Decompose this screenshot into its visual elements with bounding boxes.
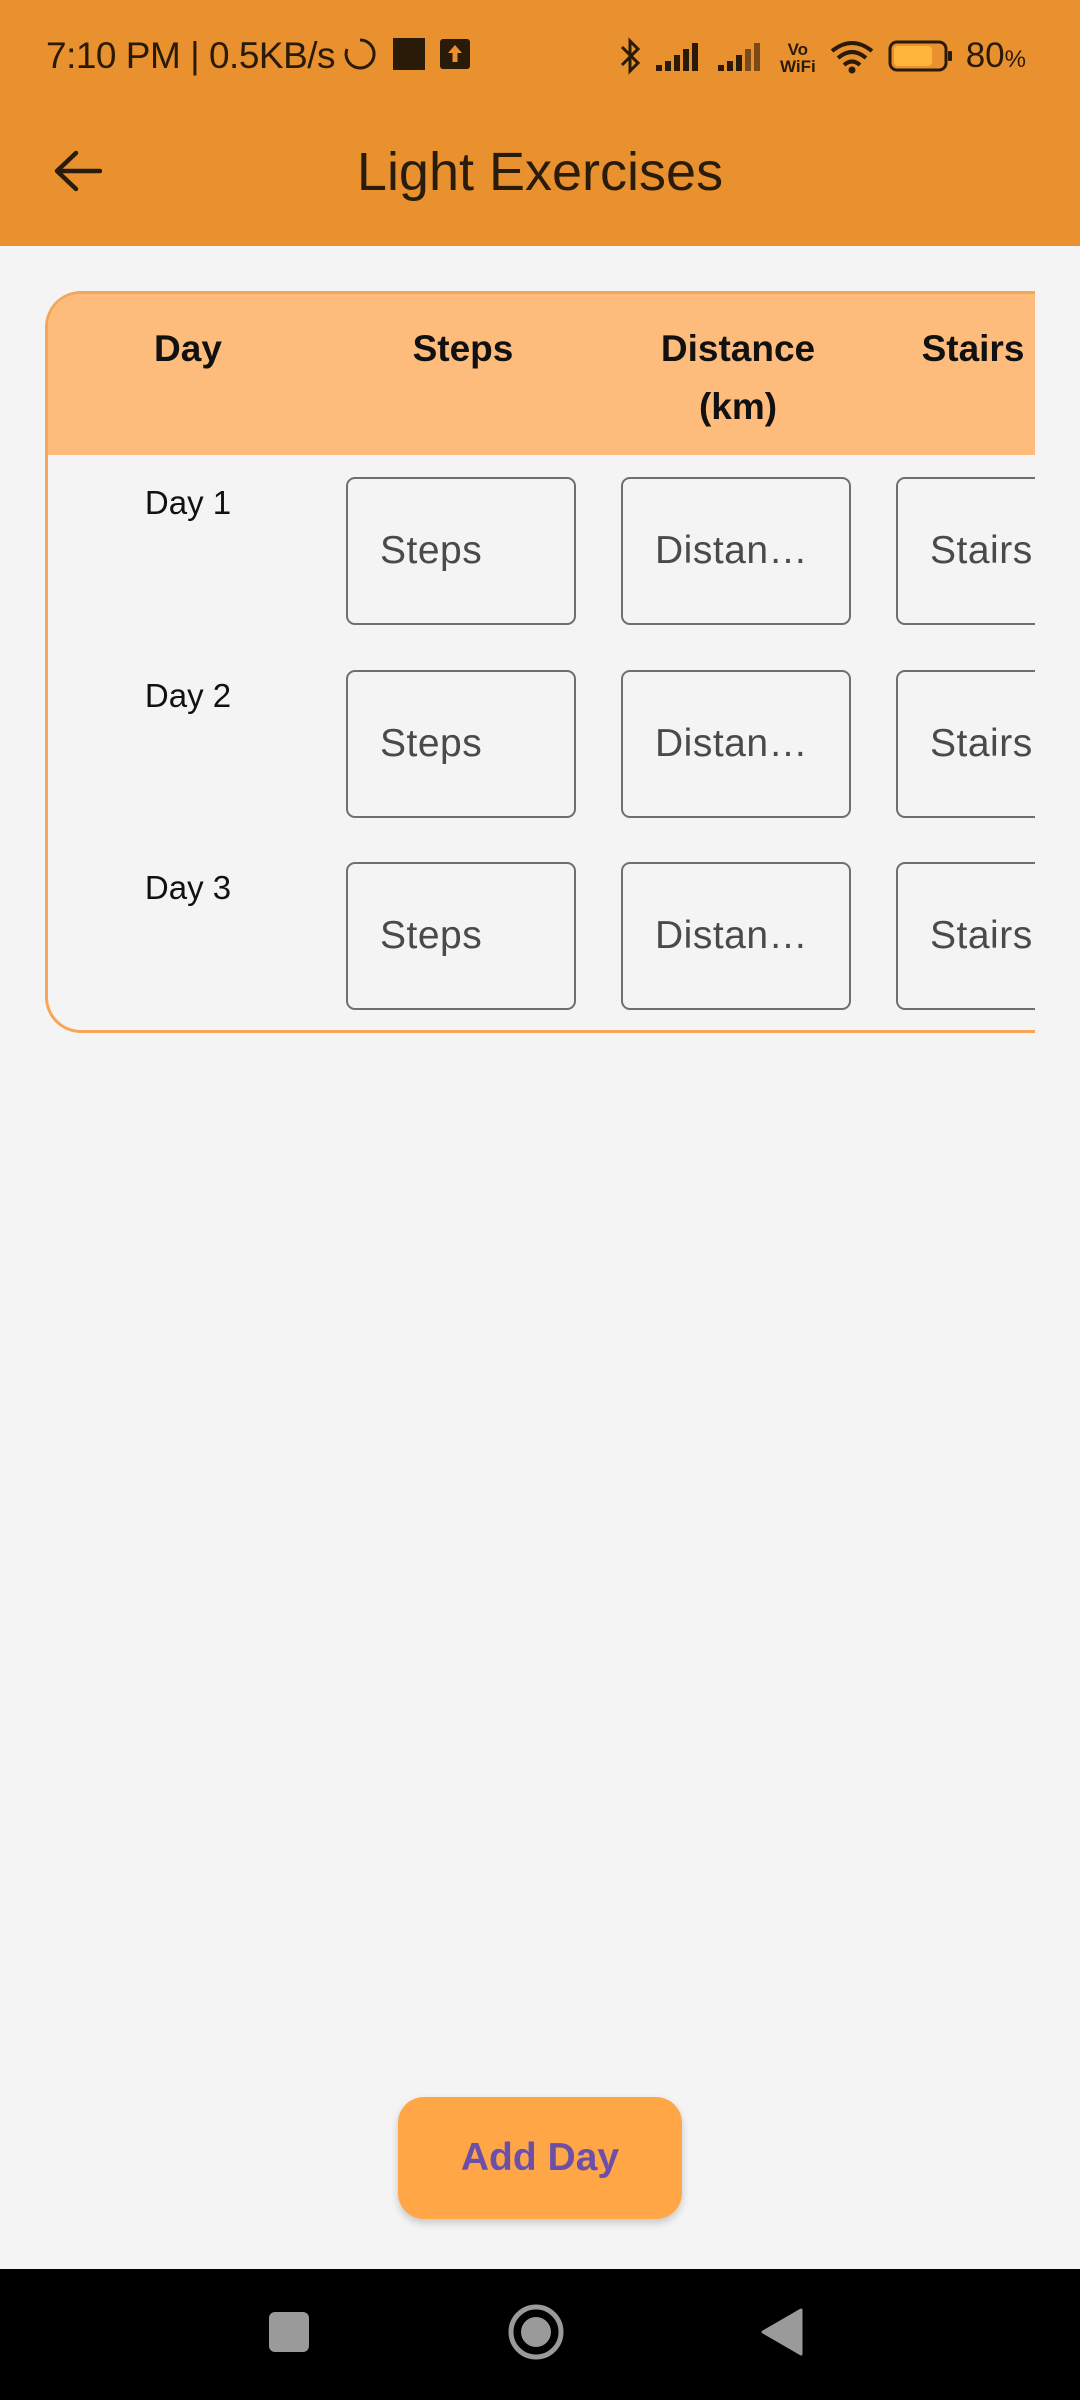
exercise-table: Day Steps Distance (km) Stairs Day 1 Day… — [45, 291, 1035, 1033]
stairs-input[interactable] — [896, 670, 1035, 818]
loading-circle-icon — [342, 36, 378, 77]
steps-input[interactable] — [346, 862, 576, 1010]
stairs-input[interactable] — [896, 862, 1035, 1010]
table-header-row: Day Steps Distance (km) Stairs — [48, 294, 1035, 455]
battery-icon — [888, 39, 954, 78]
row-label-day: Day 3 — [144, 869, 232, 906]
column-header-distance: Distance (km) — [660, 328, 816, 427]
column-header-stairs: Stairs — [921, 328, 1025, 369]
recents-square-icon — [267, 2310, 311, 2359]
page-title: Light Exercises — [356, 142, 724, 202]
status-time: 7:10 PM | 0.5KB/s — [46, 35, 336, 76]
vowifi-icon: Vo WiFi — [779, 40, 816, 76]
steps-input[interactable] — [346, 670, 576, 818]
upload-icon — [440, 39, 470, 74]
distance-input[interactable] — [621, 670, 851, 818]
home-circle-icon — [506, 2302, 566, 2367]
signal-icon — [655, 39, 706, 78]
distance-input[interactable] — [621, 862, 851, 1010]
stairs-input[interactable] — [896, 477, 1035, 625]
back-nav-button[interactable] — [745, 2297, 819, 2371]
back-triangle-icon — [759, 2306, 805, 2363]
add-day-button[interactable]: Add Day — [398, 2097, 682, 2219]
status-left-icons — [342, 36, 470, 77]
recents-button[interactable] — [252, 2297, 326, 2371]
media-square-icon — [392, 37, 426, 76]
row-label-day: Day 2 — [144, 677, 232, 714]
signal-icon — [717, 39, 768, 78]
app-bar: Light Exercises — [0, 112, 1080, 246]
steps-input[interactable] — [346, 477, 576, 625]
distance-input[interactable] — [621, 477, 851, 625]
home-button[interactable] — [499, 2297, 573, 2371]
status-bar: 7:10 PM | 0.5KB/s Vo WiFi 80% — [0, 0, 1080, 112]
wifi-icon — [828, 37, 876, 80]
battery-percent: 80% — [965, 36, 1026, 75]
row-label-day: Day 1 — [144, 484, 232, 521]
bluetooth-icon — [618, 36, 644, 80]
navigation-bar — [0, 2269, 1080, 2400]
header: 7:10 PM | 0.5KB/s Vo WiFi 80% Light Exer… — [0, 0, 1080, 246]
status-right-icons: Vo WiFi 80% — [618, 32, 1026, 84]
column-header-day: Day — [154, 328, 222, 369]
column-header-steps: Steps — [412, 328, 514, 369]
